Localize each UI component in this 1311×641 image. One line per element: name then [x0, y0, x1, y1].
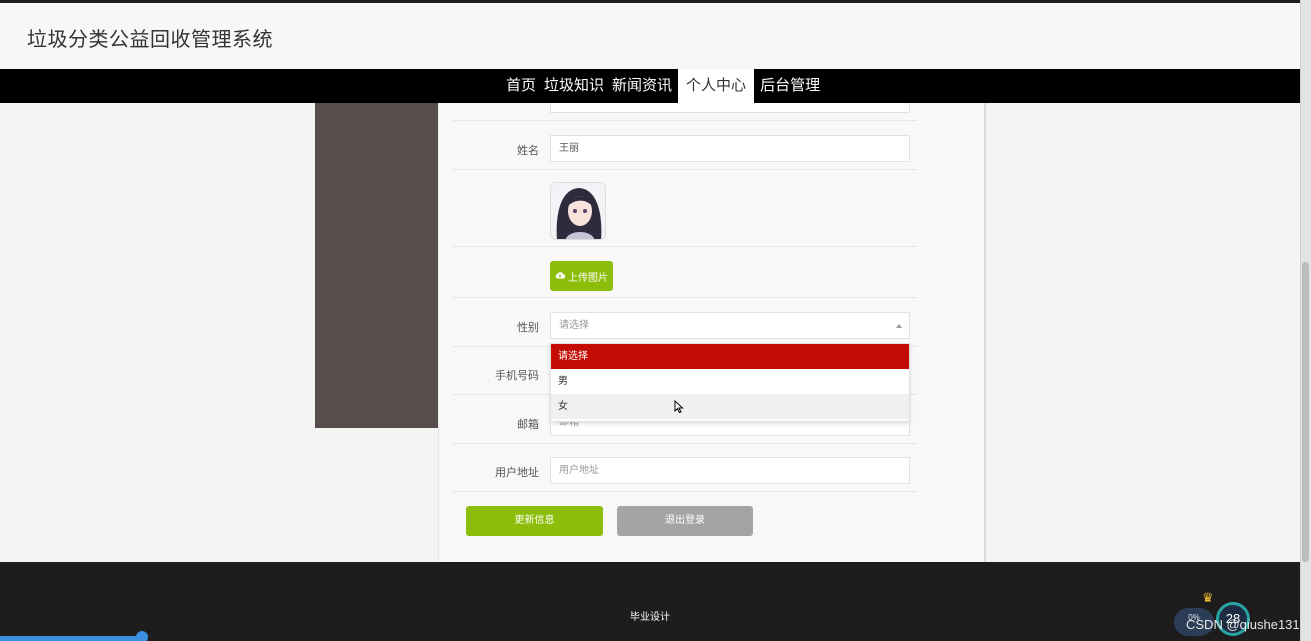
profile-form: 姓名 王丽 上传图片 性别 请选择 请选择 男 女 手机号码 邮箱 邮箱 用户地… [438, 103, 986, 562]
gender-label: 性别 [517, 322, 539, 334]
row-divider [453, 120, 917, 121]
name-label: 姓名 [517, 145, 539, 157]
nav-item-home[interactable]: 首页 [502, 69, 540, 103]
sidebar-panel [315, 103, 438, 428]
gender-select-value: 请选择 [559, 320, 589, 331]
upload-image-button[interactable]: 上传图片 [550, 261, 613, 291]
page-scrollbar[interactable] [1300, 0, 1311, 641]
update-info-button[interactable]: 更新信息 [466, 506, 603, 536]
nav-item-knowledge[interactable]: 垃圾知识 [540, 69, 608, 103]
nav-items: 首页 垃圾知识 新闻资讯 个人中心 后台管理 [502, 69, 824, 103]
nav-item-news[interactable]: 新闻资讯 [608, 69, 676, 103]
name-field[interactable]: 王丽 [550, 135, 910, 162]
main-nav: 首页 垃圾知识 新闻资讯 个人中心 后台管理 [0, 69, 1300, 103]
crown-icon: ♛ [1202, 590, 1214, 605]
site-header: 垃圾分类公益回收管理系统 [0, 3, 1300, 69]
nav-item-admin[interactable]: 后台管理 [756, 69, 824, 103]
row-divider [453, 443, 917, 444]
nav-item-personal-center[interactable]: 个人中心 [678, 69, 755, 103]
phone-label: 手机号码 [495, 370, 539, 382]
main-content: 姓名 王丽 上传图片 性别 请选择 请选择 男 女 手机号码 邮箱 邮箱 用户地… [0, 103, 1300, 562]
address-field[interactable]: 用户地址 [550, 457, 910, 484]
logout-button[interactable]: 退出登录 [617, 506, 753, 536]
email-label: 邮箱 [517, 419, 539, 431]
row-divider [453, 297, 917, 298]
gender-option-placeholder[interactable]: 请选择 [551, 344, 909, 369]
watermark: CSDN @qiushe131 [1186, 617, 1300, 632]
scrollbar-thumb[interactable] [1302, 262, 1309, 562]
address-label: 用户地址 [495, 467, 539, 479]
cloud-upload-icon [555, 271, 566, 282]
video-progress-bar[interactable] [0, 636, 142, 641]
gender-dropdown: 请选择 男 女 [550, 343, 910, 422]
upload-label: 上传图片 [568, 272, 608, 284]
mouse-cursor-icon [674, 399, 684, 419]
progress-handle[interactable] [136, 631, 148, 641]
avatar [550, 182, 606, 240]
gender-option-female[interactable]: 女 [551, 394, 909, 419]
site-footer: 毕业设计 [0, 562, 1300, 641]
caret-up-icon [896, 324, 902, 328]
footer-text: 毕业设计 [630, 612, 670, 623]
site-title: 垃圾分类公益回收管理系统 [27, 29, 273, 51]
avatar-image [551, 183, 605, 239]
row-divider [453, 246, 917, 247]
hidden-top-field[interactable] [550, 103, 910, 113]
gender-select[interactable]: 请选择 [550, 312, 910, 339]
row-divider [453, 491, 917, 492]
row-divider [453, 169, 917, 170]
gender-option-male[interactable]: 男 [551, 369, 909, 394]
